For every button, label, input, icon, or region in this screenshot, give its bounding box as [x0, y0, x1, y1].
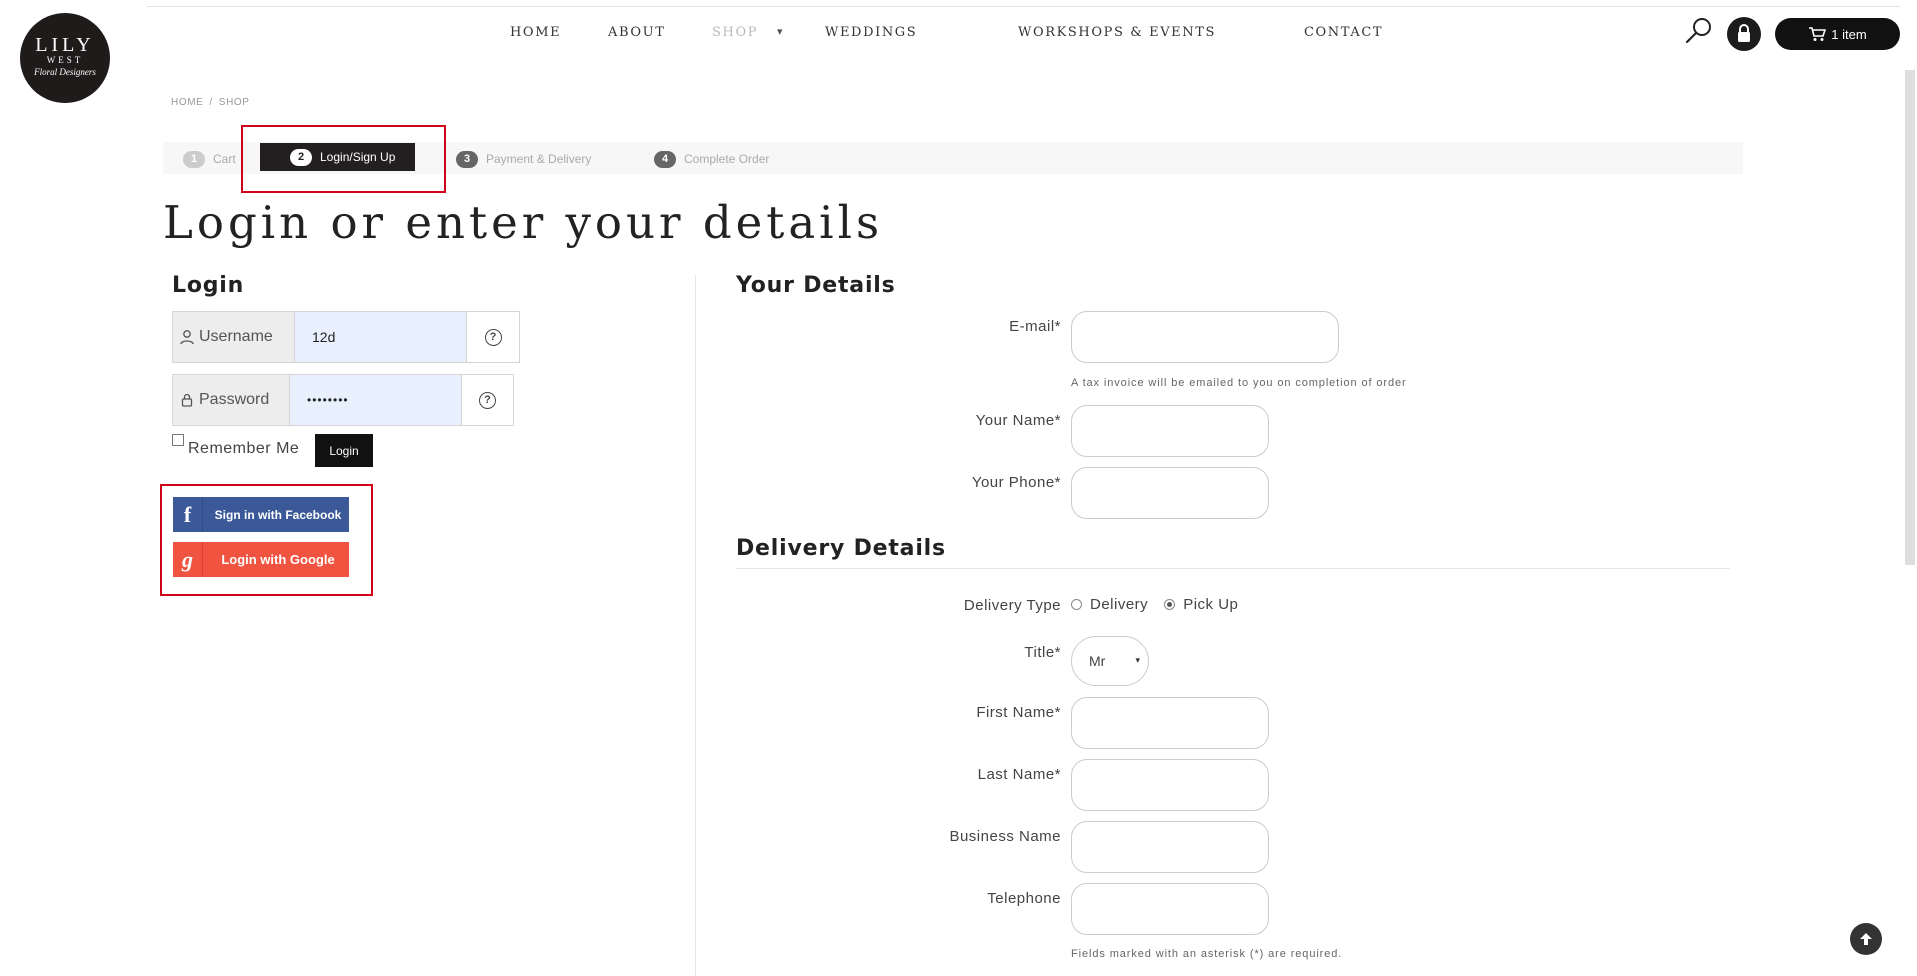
- last-name-label: Last Name*: [977, 766, 1061, 783]
- your-phone-label: Your Phone*: [971, 474, 1061, 491]
- top-border: [147, 6, 1900, 7]
- first-name-label: First Name*: [976, 704, 1061, 721]
- lock-icon: [1738, 24, 1750, 42]
- breadcrumb-home[interactable]: HOME: [171, 97, 203, 108]
- step-label: Cart: [213, 152, 236, 166]
- highlight-box-social: [160, 484, 373, 596]
- last-name-field[interactable]: [1071, 759, 1269, 811]
- username-group: Username 12d ?: [172, 311, 520, 363]
- delivery-radio[interactable]: [1071, 599, 1082, 610]
- nav-workshops-events[interactable]: WORKSHOPS & EVENTS: [1018, 25, 1216, 40]
- search-icon[interactable]: [1684, 16, 1714, 46]
- breadcrumb-separator: /: [209, 97, 213, 108]
- shop-dropdown-caret-icon[interactable]: ▾: [777, 25, 783, 38]
- your-details-title: Your Details: [736, 273, 896, 298]
- step-label: Complete Order: [684, 152, 770, 166]
- username-addon: Username: [173, 312, 295, 362]
- step-cart[interactable]: 1 Cart: [183, 148, 236, 170]
- nav-about[interactable]: ABOUT: [608, 25, 665, 40]
- user-icon: [180, 330, 194, 345]
- breadcrumb-shop[interactable]: SHOP: [219, 97, 250, 108]
- cart-button[interactable]: 1 item: [1775, 18, 1900, 50]
- business-name-field[interactable]: [1071, 821, 1269, 873]
- login-section-title: Login: [172, 273, 245, 298]
- title-select[interactable]: Mr ▾: [1071, 636, 1149, 686]
- remember-me: Remember Me: [172, 432, 299, 458]
- your-name-field[interactable]: [1071, 405, 1269, 457]
- password-input[interactable]: ••••••••: [290, 375, 462, 425]
- step-label: Payment & Delivery: [486, 152, 592, 166]
- highlight-box-step: [241, 125, 446, 193]
- password-addon: Password: [173, 375, 290, 425]
- password-label: Password: [199, 391, 270, 408]
- step-number: 4: [654, 150, 676, 168]
- business-name-label: Business Name: [949, 828, 1061, 845]
- username-help-button[interactable]: ?: [467, 312, 519, 362]
- page-title: Login or enter your details: [163, 196, 884, 249]
- nav-contact[interactable]: CONTACT: [1304, 25, 1383, 40]
- logo-sub: WEST: [46, 55, 84, 65]
- step-complete-order[interactable]: 4 Complete Order: [654, 148, 769, 170]
- cart-icon: [1809, 27, 1827, 41]
- remember-me-checkbox[interactable]: [172, 434, 184, 446]
- pickup-radio[interactable]: [1164, 599, 1176, 610]
- breadcrumb: HOME / SHOP: [171, 97, 250, 108]
- login-button[interactable]: Login: [315, 434, 373, 467]
- scrollbar-thumb[interactable]: [1905, 70, 1915, 565]
- scroll-to-top-button[interactable]: [1850, 923, 1882, 955]
- step-number: 3: [456, 150, 478, 168]
- pickup-option-label[interactable]: Pick Up: [1183, 596, 1238, 613]
- nav-home[interactable]: HOME: [510, 25, 561, 40]
- email-field[interactable]: [1071, 311, 1339, 363]
- title-label: Title*: [1024, 644, 1061, 661]
- username-input[interactable]: 12d: [295, 312, 467, 362]
- telephone-label: Telephone: [987, 890, 1061, 907]
- password-group: Password •••••••• ?: [172, 374, 514, 426]
- password-help-button[interactable]: ?: [462, 375, 513, 425]
- arrow-up-icon: [1860, 933, 1872, 945]
- delivery-type-options: Delivery Pick Up: [1071, 596, 1238, 613]
- cart-count-label: 1 item: [1831, 26, 1867, 42]
- nav-weddings[interactable]: WEDDINGS: [825, 25, 917, 40]
- telephone-field[interactable]: [1071, 883, 1269, 935]
- step-payment-delivery[interactable]: 3 Payment & Delivery: [456, 148, 591, 170]
- delivery-option-label[interactable]: Delivery: [1090, 596, 1148, 613]
- remember-me-label[interactable]: Remember Me: [188, 440, 299, 458]
- chevron-down-icon: ▾: [1135, 655, 1140, 665]
- lily-west-logo[interactable]: LILY WEST Floral Designers: [20, 13, 110, 103]
- your-name-label: Your Name*: [975, 412, 1061, 429]
- logo-tagline: Floral Designers: [34, 67, 96, 77]
- delivery-divider: [736, 568, 1730, 569]
- padlock-icon: [181, 393, 193, 407]
- help-icon: ?: [479, 391, 496, 409]
- account-button[interactable]: [1727, 17, 1761, 51]
- step-number: 1: [183, 150, 205, 168]
- column-divider: [695, 275, 696, 976]
- nav-shop[interactable]: SHOP: [712, 25, 758, 40]
- delivery-details-title: Delivery Details: [736, 536, 946, 561]
- email-hint: A tax invoice will be emailed to you on …: [1071, 377, 1407, 389]
- help-icon: ?: [484, 328, 502, 346]
- first-name-field[interactable]: [1071, 697, 1269, 749]
- delivery-type-label: Delivery Type: [963, 597, 1061, 614]
- email-label: E-mail*: [1009, 318, 1061, 335]
- your-phone-field[interactable]: [1071, 467, 1269, 519]
- checkout-page: LILY WEST Floral Designers HOME ABOUT SH…: [0, 0, 1917, 976]
- logo-name: LILY: [35, 34, 95, 56]
- required-fields-note: Fields marked with an asterisk (*) are r…: [1071, 948, 1343, 960]
- username-label: Username: [199, 328, 273, 345]
- title-select-value: Mr: [1089, 653, 1106, 669]
